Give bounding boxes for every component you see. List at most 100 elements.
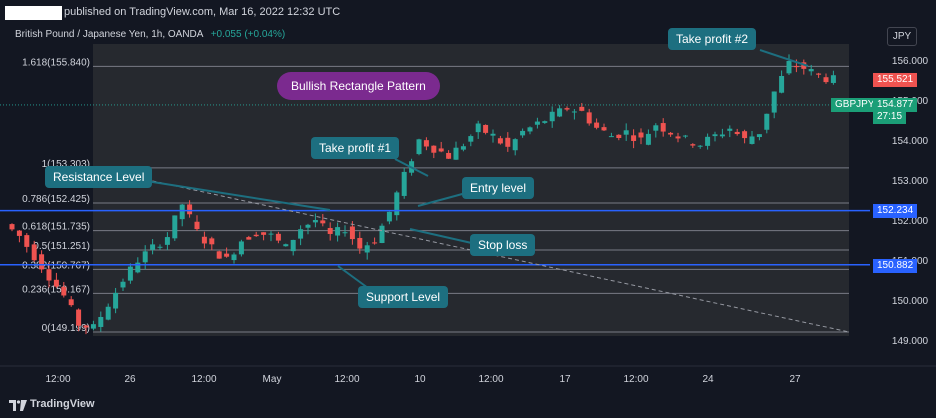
candle-body <box>179 204 185 220</box>
candle-body <box>150 244 156 250</box>
candle-body <box>39 254 45 270</box>
entry-level-label[interactable]: Entry level <box>462 177 535 199</box>
resistance-level-label[interactable]: Resistance Level <box>45 166 153 188</box>
candle-body <box>349 226 355 240</box>
candle-body <box>505 137 511 147</box>
candle-body <box>793 65 799 68</box>
pattern-label[interactable]: Bullish Rectangle Pattern <box>277 72 440 100</box>
time-axis-label: 26 <box>124 374 136 385</box>
candle-body <box>571 111 577 113</box>
publish-info: published on TradingView.com, Mar 16, 20… <box>64 6 341 18</box>
tradingview-brand: TradingView <box>30 398 95 410</box>
candle-body <box>379 225 385 243</box>
candle-body <box>401 171 407 196</box>
candle-body <box>201 236 207 244</box>
candle-body <box>113 292 119 309</box>
candle-body <box>157 246 163 248</box>
candle-body <box>394 192 400 216</box>
candle-body <box>764 113 770 130</box>
time-axis-label: 17 <box>559 374 571 385</box>
candle-body <box>616 134 622 139</box>
candle-body <box>53 279 59 287</box>
candle-body <box>823 77 829 83</box>
candle-body <box>327 228 333 234</box>
candle-body <box>261 232 267 235</box>
candle-body <box>460 146 466 150</box>
candle-body <box>579 106 585 111</box>
candle-body <box>416 139 422 155</box>
candle-body <box>298 229 304 239</box>
candle-body <box>290 239 296 252</box>
candle-body <box>749 136 755 144</box>
candle-body <box>534 121 540 125</box>
candle-body <box>638 132 644 138</box>
candle-body <box>786 61 792 74</box>
candle-body <box>357 237 363 249</box>
candle-body <box>682 135 688 137</box>
price-axis-label: 149.000 <box>892 336 929 347</box>
candle-body <box>756 134 762 138</box>
candle-body <box>557 108 563 117</box>
chart-header: published on TradingView.com, Mar 16, 20… <box>0 0 936 24</box>
candle-body <box>742 131 748 139</box>
candle-body <box>76 309 82 326</box>
candle-body <box>24 235 30 247</box>
instrument-name: British Pound / Japanese Yen, 1h, OANDA <box>15 29 203 40</box>
candle-body <box>771 91 777 113</box>
candle-body <box>808 69 814 72</box>
candle-body <box>9 224 15 230</box>
candle-body <box>305 224 311 228</box>
candle-body <box>542 121 548 123</box>
candle-body <box>61 286 67 296</box>
candle-body <box>453 147 459 160</box>
candle-body <box>830 75 836 83</box>
take-profit-2-label[interactable]: Take profit #2 <box>668 28 757 50</box>
resistance-price-badge: 152.234 <box>873 204 918 218</box>
support-level-label[interactable]: Support Level <box>358 286 449 308</box>
candle-body <box>512 139 518 151</box>
candle-body <box>231 254 237 261</box>
last-price-badge: 155.521 <box>873 73 918 87</box>
candle-body <box>172 215 178 239</box>
candle-body <box>187 204 193 215</box>
fib-label: 0.786(152.425) <box>22 194 90 205</box>
candle-body <box>283 244 289 247</box>
candle-body <box>164 237 170 245</box>
instrument-legend[interactable]: British Pound / Japanese Yen, 1h, OANDA … <box>15 29 285 40</box>
price-axis-label: 150.000 <box>892 296 929 307</box>
candle-body <box>712 134 718 137</box>
candle-body <box>16 230 22 236</box>
candle-body <box>238 241 244 255</box>
fib-label: 1.618(155.840) <box>22 57 90 68</box>
stop-loss-label[interactable]: Stop loss <box>470 234 536 256</box>
candle-body <box>623 130 629 135</box>
tradingview-logo-icon <box>9 400 27 411</box>
candle-body <box>253 234 259 237</box>
candle-body <box>608 136 614 138</box>
time-axis-label: 10 <box>414 374 426 385</box>
candle-body <box>697 145 703 147</box>
candle-body <box>372 242 378 244</box>
candle-body <box>386 211 392 222</box>
currency-button[interactable]: JPY <box>887 27 917 46</box>
candle-body <box>438 148 444 152</box>
candle-body <box>194 221 200 230</box>
symbol-badge: GBPJPY <box>831 98 879 112</box>
candle-body <box>719 134 725 137</box>
candle-body <box>497 138 503 144</box>
candle-body <box>31 244 37 261</box>
candle-body <box>475 123 481 133</box>
candle-body <box>364 245 370 253</box>
candle-body <box>342 232 348 234</box>
time-axis-label: 12:00 <box>334 374 359 385</box>
candle-body <box>423 140 429 147</box>
take-profit-1-label[interactable]: Take profit #1 <box>311 137 400 159</box>
candle-body <box>549 111 555 122</box>
support-price-badge: 150.882 <box>873 259 918 273</box>
candle-body <box>660 123 666 132</box>
candle-body <box>601 127 607 131</box>
candle-body <box>675 136 681 139</box>
fib-label: 0(149.199) <box>42 323 90 334</box>
candle-body <box>83 325 89 328</box>
candle-body <box>586 112 592 124</box>
